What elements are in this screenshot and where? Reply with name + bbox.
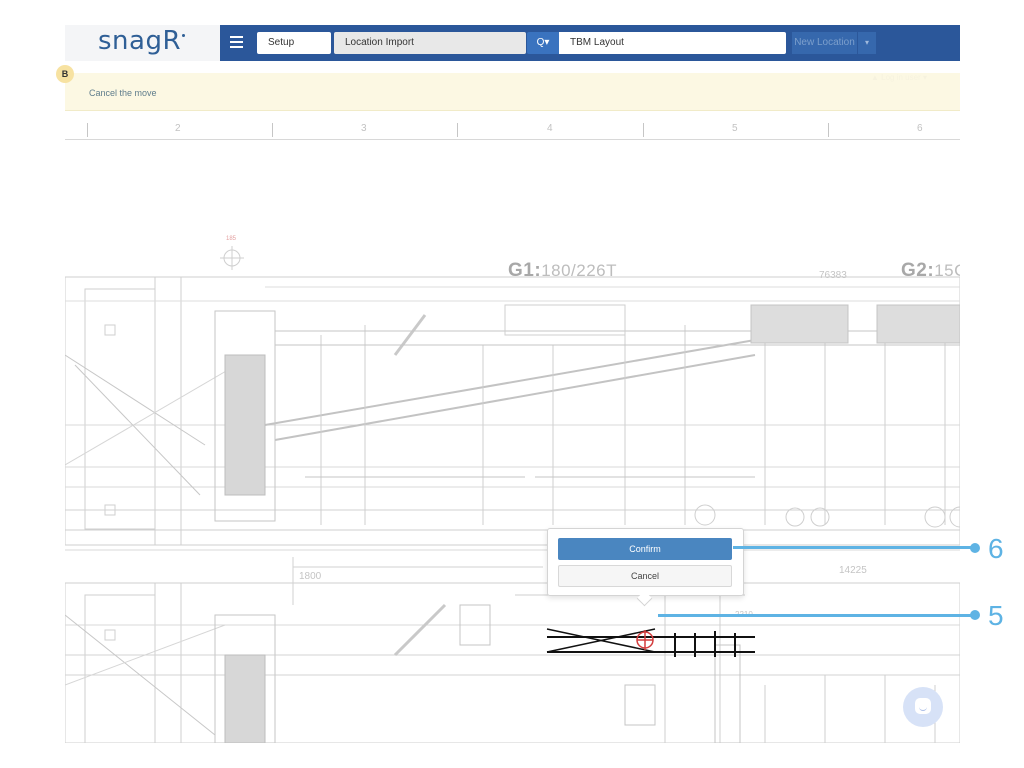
ruler-tick [643, 123, 644, 137]
callout-number-5: 5 [988, 600, 1004, 631]
user-menu[interactable]: ▲ Log in user ▾ [871, 73, 927, 82]
ruler-number: 4 [547, 123, 553, 134]
ruler-tick [457, 123, 458, 137]
tbm-layout-drawing [65, 246, 960, 743]
move-confirm-popover: Confirm Cancel [547, 528, 744, 607]
gantry-1-value: 180/226T [541, 261, 618, 280]
callout-dot-6 [970, 543, 980, 553]
cancel-move-message[interactable]: Cancel the move [89, 88, 157, 98]
search-dropdown-button[interactable]: Q▾ [527, 32, 559, 54]
ruler-number: 5 [732, 123, 738, 134]
move-banner: Cancel the move ▲ Log in user ▾ [65, 73, 960, 111]
dimension-14225: 14225 [839, 565, 867, 576]
logo-area[interactable]: snagR [65, 25, 220, 61]
top-bar: snagR Setup Location Import Q▾ TBM Layou… [65, 25, 960, 61]
drawing-number-76383: 76383 [819, 270, 847, 281]
ruler-number: 2 [175, 123, 181, 134]
column-ruler: 2 3 4 5 6 [65, 113, 960, 140]
gantry-1-label: G1:180/226T [508, 260, 617, 282]
dimension-1800: 1800 [299, 571, 322, 582]
gantry-2-value: 15C [934, 261, 960, 280]
chat-icon [915, 698, 931, 714]
new-location-button[interactable]: New Location [792, 32, 857, 54]
snagr-logo: snagR [98, 26, 182, 56]
ruler-tick [87, 123, 88, 137]
ruler-number: 3 [361, 123, 367, 134]
location-import-selector[interactable]: Location Import [334, 32, 526, 54]
banner-badge: B [56, 65, 74, 83]
callout-dot-5 [970, 610, 980, 620]
chat-widget-button[interactable] [903, 687, 943, 727]
cancel-button[interactable]: Cancel [558, 565, 732, 587]
new-location-caret-icon[interactable]: ▾ [858, 32, 876, 54]
setup-selector[interactable]: Setup [257, 32, 331, 54]
ruler-tick [828, 123, 829, 137]
ruler-number: 6 [917, 123, 923, 134]
callout-line-6 [733, 546, 973, 549]
gantry-2-label: G2:15C [901, 260, 960, 282]
logo-dot [182, 34, 185, 37]
callout-number-6: 6 [988, 533, 1004, 564]
callout-line-5 [658, 614, 973, 617]
menu-icon[interactable] [230, 36, 243, 48]
gantry-2-code: G2: [901, 260, 935, 281]
navbar: Setup Location Import Q▾ TBM Layout New … [220, 25, 960, 61]
marker-number-label: 185 [226, 236, 237, 242]
app-window: snagR Setup Location Import Q▾ TBM Layou… [65, 25, 960, 743]
layout-search-field[interactable]: TBM Layout [559, 32, 786, 54]
ruler-tick [272, 123, 273, 137]
gantry-1-code: G1: [508, 260, 542, 281]
layout-drawing[interactable]: 185 G1:180/226T 76383 G2:15C 1800 14225 … [65, 205, 960, 743]
confirm-button[interactable]: Confirm [558, 538, 732, 560]
